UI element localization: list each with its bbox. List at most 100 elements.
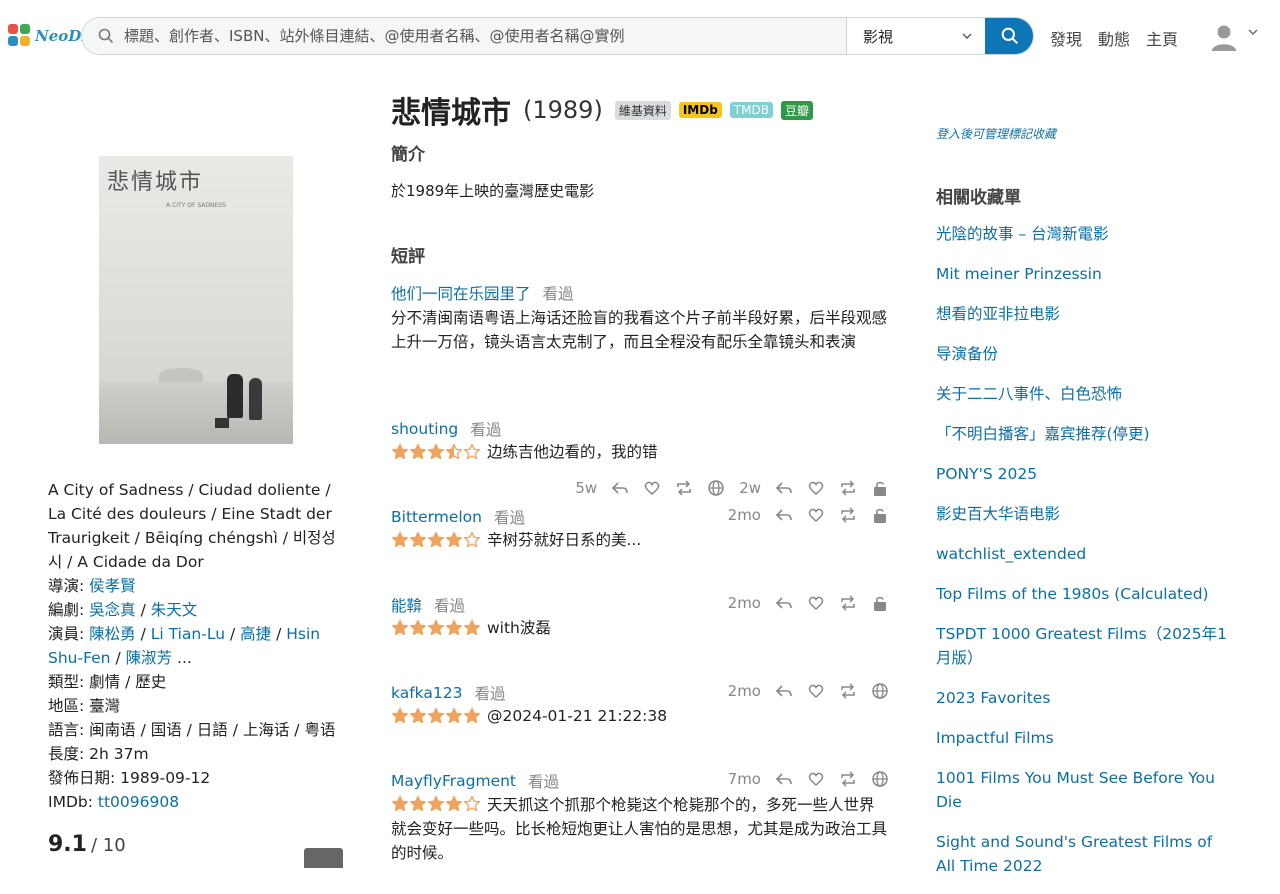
wikidata-badge[interactable]: 維基資料 bbox=[614, 100, 671, 120]
cast-link[interactable]: 陳淑芳 bbox=[126, 649, 173, 667]
reply-icon[interactable] bbox=[775, 682, 793, 700]
poster-island bbox=[159, 368, 203, 382]
search-button[interactable] bbox=[985, 18, 1033, 54]
writer-link[interactable]: 吳念真 bbox=[89, 601, 136, 619]
search-icon bbox=[98, 28, 114, 44]
review-user-link[interactable]: MayflyFragment bbox=[391, 772, 516, 790]
star-icon bbox=[391, 443, 409, 460]
related-collections-list: 光陰的故事 – 台灣新電影 Mit meiner Prinzessin 想看的亚… bbox=[936, 222, 1236, 894]
reply-icon[interactable] bbox=[775, 594, 793, 612]
globe-icon bbox=[872, 771, 888, 787]
collection-link[interactable]: PONY'S 2025 bbox=[936, 465, 1037, 483]
boost-icon[interactable] bbox=[675, 479, 693, 497]
review-user-link[interactable]: 他们一同在乐园里了 bbox=[391, 282, 531, 304]
collection-link[interactable]: 想看的亚非拉电影 bbox=[936, 305, 1060, 323]
star-rating bbox=[391, 707, 481, 725]
category-select[interactable]: 影視 bbox=[846, 18, 985, 54]
review-item: kafka123 看過 @2024-01-21 21:22:38 2mo bbox=[391, 682, 889, 728]
nav-home[interactable]: 主頁 bbox=[1146, 26, 1178, 50]
writer-link[interactable]: 朱天文 bbox=[151, 601, 198, 619]
collection-link[interactable]: watchlist_extended bbox=[936, 545, 1086, 563]
heart-icon[interactable] bbox=[643, 479, 661, 497]
poster-figure bbox=[249, 378, 262, 420]
star-rating bbox=[391, 531, 481, 549]
nav-activity[interactable]: 動態 bbox=[1098, 26, 1130, 50]
search-input[interactable] bbox=[124, 27, 824, 45]
heart-icon[interactable] bbox=[807, 506, 825, 524]
reply-icon[interactable] bbox=[775, 506, 793, 524]
collection-link[interactable]: 2023 Favorites bbox=[936, 689, 1050, 707]
collection-link[interactable]: Top Films of the 1980s (Calculated) bbox=[936, 585, 1209, 603]
poster-title: 悲情城市 bbox=[107, 170, 204, 195]
avatar[interactable] bbox=[1209, 22, 1239, 52]
collection-link[interactable]: 关于二二八事件、白色恐怖 bbox=[936, 385, 1122, 403]
search-icon bbox=[1001, 27, 1019, 45]
star-icon bbox=[445, 443, 463, 460]
review-user-link[interactable]: shouting bbox=[391, 420, 458, 438]
star-icon bbox=[409, 707, 427, 724]
heart-icon[interactable] bbox=[807, 770, 825, 788]
star-icon bbox=[409, 619, 427, 636]
heart-icon[interactable] bbox=[807, 682, 825, 700]
review-status: 看過 bbox=[470, 421, 502, 439]
review-body: 辛树芬就好日系的美... bbox=[391, 528, 889, 552]
boost-icon[interactable] bbox=[839, 479, 857, 497]
item-metadata: A City of Sadness / Ciudad doliente / La… bbox=[48, 478, 348, 814]
cast-link[interactable]: 高捷 bbox=[240, 625, 271, 643]
reply-icon[interactable] bbox=[775, 479, 793, 497]
collection-link[interactable]: Impactful Films bbox=[936, 729, 1054, 747]
collection-link[interactable]: 导演备份 bbox=[936, 345, 998, 363]
collection-link[interactable]: 光陰的故事 – 台灣新電影 bbox=[936, 225, 1109, 243]
boost-icon[interactable] bbox=[839, 506, 857, 524]
review-user-link[interactable]: Bittermelon bbox=[391, 508, 482, 526]
review-user-link[interactable]: kafka123 bbox=[391, 684, 462, 702]
star-icon bbox=[445, 795, 463, 812]
star-icon bbox=[427, 795, 445, 812]
review-time: 7mo bbox=[727, 770, 761, 788]
login-hint-link[interactable]: 登入後可管理標記收藏 bbox=[936, 125, 1056, 142]
logo-icon bbox=[8, 24, 32, 48]
lock-icon bbox=[874, 481, 886, 496]
douban-badge[interactable]: 豆瓣 bbox=[780, 100, 813, 120]
collection-link[interactable]: Mit meiner Prinzessin bbox=[936, 265, 1102, 283]
collection-link[interactable]: 「不明白播客」嘉宾推荐(停更) bbox=[936, 425, 1150, 443]
cast-link[interactable]: 陳松勇 bbox=[89, 625, 136, 643]
chevron-down-icon bbox=[962, 33, 972, 39]
star-icon bbox=[427, 531, 445, 548]
nav-discover[interactable]: 發現 bbox=[1050, 26, 1082, 50]
heart-icon[interactable] bbox=[807, 479, 825, 497]
boost-icon[interactable] bbox=[839, 682, 857, 700]
main-nav: 發現 動態 主頁 bbox=[1050, 26, 1178, 50]
writer-label: 編劇: bbox=[48, 601, 85, 619]
collection-link[interactable]: 1001 Films You Must See Before You Die bbox=[936, 769, 1215, 811]
cast-link[interactable]: Li Tian-Lu bbox=[151, 625, 225, 643]
collection-link[interactable]: Sight and Sound's Greatest Films of All … bbox=[936, 833, 1212, 875]
star-icon bbox=[463, 619, 481, 636]
review-actions: 2mo bbox=[728, 594, 889, 612]
chevron-down-icon[interactable] bbox=[1247, 27, 1259, 37]
review-user-link[interactable]: 能鞥 bbox=[391, 594, 422, 616]
boost-icon[interactable] bbox=[839, 594, 857, 612]
star-icon bbox=[427, 707, 445, 724]
director-row: 導演: 侯孝賢 bbox=[48, 574, 348, 598]
region-row: 地區: 臺灣 bbox=[48, 697, 121, 715]
review-actions-row: 5w 2w bbox=[391, 479, 889, 501]
star-icon bbox=[427, 443, 445, 460]
poster-image[interactable]: 悲情城市 A CITY OF SADNESS bbox=[99, 156, 293, 444]
review-header: shouting 看過 bbox=[391, 418, 889, 440]
imdb-badge[interactable]: IMDb bbox=[678, 102, 722, 118]
review-status: 看過 bbox=[474, 685, 506, 703]
review-item: MayflyFragment 看過 天天抓这个抓那个枪毙这个枪毙那个的，多死一些… bbox=[391, 770, 889, 865]
reply-icon[interactable] bbox=[611, 479, 629, 497]
imdb-link[interactable]: tt0096908 bbox=[98, 793, 179, 811]
tmdb-badge[interactable]: TMDB bbox=[729, 102, 773, 118]
boost-icon[interactable] bbox=[839, 770, 857, 788]
rating: 9.1 / 10 bbox=[48, 832, 126, 857]
director-link[interactable]: 侯孝賢 bbox=[89, 577, 136, 595]
collection-link[interactable]: TSPDT 1000 Greatest Films（2025年1月版） bbox=[936, 625, 1227, 667]
cast-row: 演員: 陳松勇 / Li Tian-Lu / 高捷 / Hsin Shu-Fen… bbox=[48, 625, 321, 667]
collection-link[interactable]: 影史百大华语电影 bbox=[936, 505, 1060, 523]
reply-icon[interactable] bbox=[775, 770, 793, 788]
heart-icon[interactable] bbox=[807, 594, 825, 612]
imdb-row: IMDb: tt0096908 bbox=[48, 790, 348, 814]
